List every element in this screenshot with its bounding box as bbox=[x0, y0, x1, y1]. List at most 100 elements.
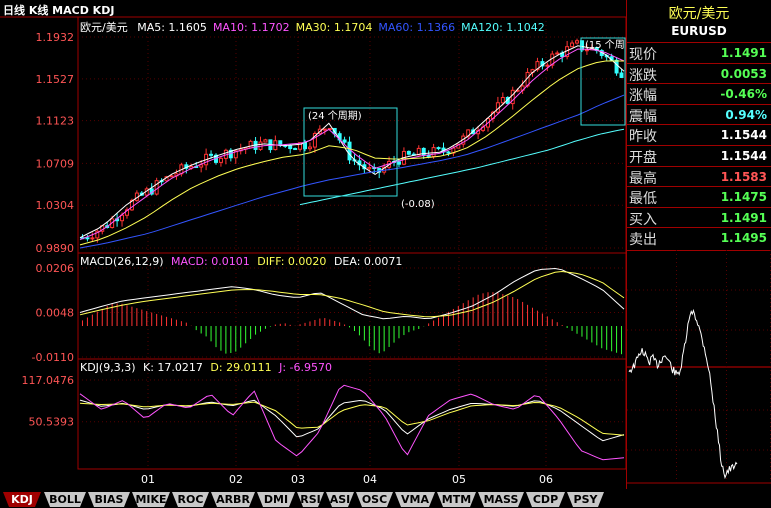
ma-legend-item: MA30: 1.1704 bbox=[295, 21, 373, 34]
candle-body bbox=[293, 148, 298, 151]
candle-body bbox=[209, 153, 214, 156]
ma-line-ma10 bbox=[79, 48, 625, 241]
chart-area: (24 个周期) (-0.08) (15 个周 1.1932 1.1527 1.11… bbox=[0, 16, 627, 486]
quote-value: 1.1491 bbox=[720, 210, 767, 225]
tab-mass[interactable]: MASS bbox=[478, 492, 524, 507]
tab-dmi[interactable]: DMI bbox=[257, 492, 295, 507]
tab-osc[interactable]: OSC bbox=[356, 492, 393, 507]
intraday-price-line bbox=[628, 308, 738, 480]
x-axis-labels: 01 02 03 04 05 06 bbox=[141, 473, 553, 486]
tab-roc[interactable]: ROC bbox=[172, 492, 209, 507]
quote-label: 现价 bbox=[629, 47, 657, 63]
ma-legend-item: MA60: 1.1366 bbox=[378, 21, 456, 34]
candle-body bbox=[436, 147, 441, 150]
tab-bias[interactable]: BIAS bbox=[88, 492, 130, 507]
quote-value: 1.1491 bbox=[720, 46, 767, 60]
tab-cdp[interactable]: CDP bbox=[526, 492, 565, 507]
x-tick-label: 05 bbox=[452, 473, 466, 486]
quote-value: 1.1495 bbox=[720, 231, 767, 246]
macd-title: MACD(26,12,9) bbox=[80, 255, 164, 268]
candle-body bbox=[446, 151, 451, 154]
main-panel-frame bbox=[77, 16, 627, 254]
candle-body bbox=[500, 96, 505, 104]
quote-row: 涨跌 0.0053 bbox=[627, 62, 771, 84]
candle-body bbox=[570, 42, 575, 48]
quote-row: 买入 1.1491 bbox=[627, 206, 771, 228]
candle-body bbox=[218, 157, 223, 163]
quote-code: EURUSD bbox=[671, 24, 727, 38]
y-tick-label: 1.1932 bbox=[36, 31, 75, 44]
candle-body bbox=[396, 161, 401, 165]
candle-body bbox=[367, 167, 372, 170]
candle-body bbox=[307, 146, 312, 150]
kdj-lines bbox=[79, 384, 625, 461]
quote-row: 最高 1.1583 bbox=[627, 165, 771, 187]
y-tick-label: 50.5393 bbox=[29, 416, 75, 429]
y-tick-label: -0.0110 bbox=[32, 351, 74, 364]
dea-value: DEA: 0.0071 bbox=[333, 255, 403, 268]
tab-mike[interactable]: MIKE bbox=[132, 492, 170, 507]
y-tick-label: 0.0206 bbox=[36, 262, 75, 275]
quote-label: 卖出 bbox=[629, 232, 657, 249]
candle-body bbox=[431, 147, 436, 157]
tab-psy[interactable]: PSY bbox=[567, 492, 604, 507]
y-tick-label: 1.0709 bbox=[36, 157, 75, 170]
quote-name: 欧元/美元 bbox=[668, 6, 730, 22]
x-tick-label: 01 bbox=[141, 473, 155, 486]
ma-legend-item: MA5: 1.1605 bbox=[137, 21, 207, 34]
tab-vma[interactable]: VMA bbox=[395, 492, 435, 507]
quote-label: 昨收 bbox=[629, 129, 657, 146]
tab-boll[interactable]: BOLL bbox=[44, 492, 86, 507]
macd-line-dea bbox=[79, 270, 625, 318]
tab-arbr[interactable]: ARBR bbox=[211, 492, 255, 507]
quote-row: 现价 1.1491 bbox=[627, 42, 771, 63]
quote-label: 涨幅 bbox=[629, 88, 657, 105]
j-value: J: -6.9570 bbox=[279, 361, 332, 374]
tab-mtm[interactable]: MTM bbox=[437, 492, 476, 507]
ma-line-ma30 bbox=[79, 60, 624, 246]
y-tick-label: 0.0048 bbox=[36, 307, 75, 320]
candle-body bbox=[288, 145, 293, 150]
candle-body bbox=[406, 150, 411, 155]
quote-row: 最低 1.1475 bbox=[627, 186, 771, 207]
candle-body bbox=[85, 237, 90, 240]
x-tick-label: 03 bbox=[291, 473, 305, 486]
x-tick-label: 04 bbox=[363, 473, 377, 486]
quote-value: 0.94% bbox=[725, 107, 767, 122]
quote-label: 最高 bbox=[629, 170, 657, 187]
y-tick-label: 1.0304 bbox=[36, 199, 75, 212]
x-tick-label: 06 bbox=[539, 473, 553, 486]
ma-legend-item: MA10: 1.1702 bbox=[212, 21, 290, 34]
quote-value: 1.1475 bbox=[720, 190, 767, 205]
quote-label: 开盘 bbox=[629, 150, 657, 166]
y-tick-label: 1.1527 bbox=[36, 73, 75, 86]
diff-value: DIFF: 0.0020 bbox=[257, 255, 327, 268]
candle-body bbox=[347, 141, 352, 161]
quote-value: 1.1583 bbox=[720, 169, 767, 184]
candle-body bbox=[614, 59, 619, 74]
kdj-panel-frame bbox=[77, 358, 627, 470]
tab-rsi[interactable]: RSI bbox=[297, 492, 324, 507]
quote-label: 涨跌 bbox=[629, 67, 657, 84]
quote-row: 昨收 1.1544 bbox=[627, 124, 771, 145]
kdj-legend: KDJ(9,3,3) K: 17.0217 D: 29.0111 J: -6.9… bbox=[80, 361, 332, 374]
y-tick-label: 0.9890 bbox=[36, 242, 75, 255]
intraday-chart bbox=[627, 250, 771, 484]
macd-legend: MACD(26,12,9) MACD: 0.0101 DIFF: 0.0020 … bbox=[80, 255, 402, 268]
candle-body bbox=[263, 139, 268, 143]
quote-row: 卖出 1.1495 bbox=[627, 227, 771, 248]
y-tick-label: 117.0476 bbox=[22, 374, 75, 387]
candle-body bbox=[248, 140, 253, 149]
period-box-1-change: (-0.08) bbox=[401, 199, 435, 210]
quote-label: 买入 bbox=[629, 211, 657, 228]
indicator-tab-bar: KDJ BOLL BIAS MIKE ROC ARBR DMI RSI ASI OSC VMA MTM… bbox=[0, 489, 771, 508]
ma-legend-item: MA120: 1.1042 bbox=[461, 21, 545, 34]
candle-body bbox=[322, 128, 327, 131]
quote-value: 0.0053 bbox=[720, 66, 767, 81]
candle-body bbox=[154, 180, 159, 195]
period-box-2-label: (15 个周 bbox=[585, 39, 625, 51]
tab-kdj[interactable]: KDJ bbox=[3, 492, 41, 507]
tab-asi[interactable]: ASI bbox=[326, 492, 354, 507]
quote-label: 震幅 bbox=[629, 108, 657, 125]
quote-row: 涨幅 -0.46% bbox=[627, 83, 771, 104]
